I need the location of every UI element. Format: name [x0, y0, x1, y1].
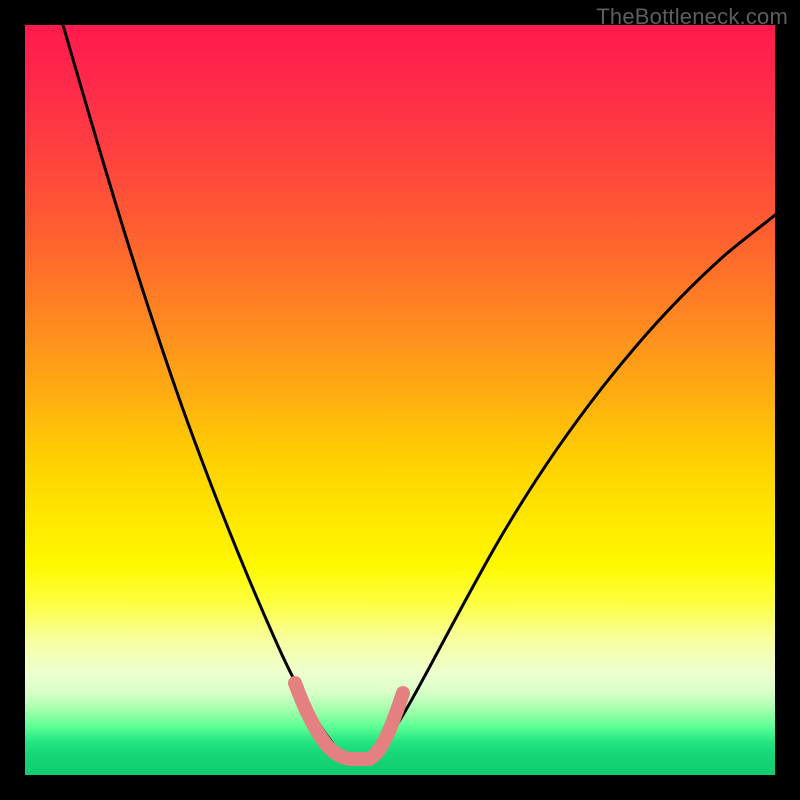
curve-layer	[25, 25, 775, 775]
curve-right-branch	[337, 215, 775, 757]
curve-left-branch	[63, 25, 337, 749]
watermark-text: TheBottleneck.com	[596, 4, 788, 30]
plot-area	[25, 25, 775, 775]
outer-frame: TheBottleneck.com	[0, 0, 800, 800]
optimal-zone-highlight	[295, 683, 403, 759]
